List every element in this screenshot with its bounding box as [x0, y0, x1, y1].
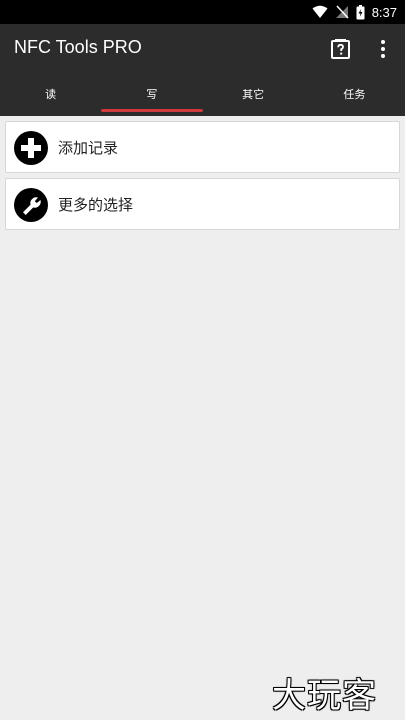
- status-time: 8:37: [371, 4, 397, 20]
- help-icon[interactable]: [330, 38, 352, 60]
- more-options-button[interactable]: 更多的选择: [5, 178, 400, 230]
- status-icons: 8:37: [312, 3, 397, 21]
- battery-icon: [356, 4, 365, 19]
- app-bar: NFC Tools PRO: [0, 24, 405, 74]
- wrench-icon: [14, 188, 48, 222]
- no-signal-icon: [335, 5, 349, 19]
- tab-label: 读: [45, 88, 57, 101]
- status-bar: 8:37: [0, 0, 405, 24]
- app-title: NFC Tools PRO: [14, 37, 142, 57]
- tab-label: 写: [146, 88, 158, 101]
- active-tab-indicator: [101, 109, 203, 112]
- more-options-icon[interactable]: [374, 38, 392, 60]
- tab-other[interactable]: 其它: [203, 74, 304, 116]
- tab-label: 任务: [343, 88, 366, 101]
- more-options-label: 更多的选择: [58, 196, 134, 214]
- wifi-icon: [312, 5, 328, 18]
- watermark: 大玩客: [272, 676, 377, 716]
- tab-read[interactable]: 读: [0, 74, 101, 116]
- tab-write[interactable]: 写: [101, 74, 203, 116]
- tab-label: 其它: [242, 88, 265, 101]
- tab-bar: 读 写 其它 任务: [0, 74, 405, 116]
- add-record-button[interactable]: 添加记录: [5, 121, 400, 173]
- tab-tasks[interactable]: 任务: [304, 74, 405, 116]
- add-record-label: 添加记录: [58, 139, 119, 157]
- add-circle-icon: [14, 131, 48, 165]
